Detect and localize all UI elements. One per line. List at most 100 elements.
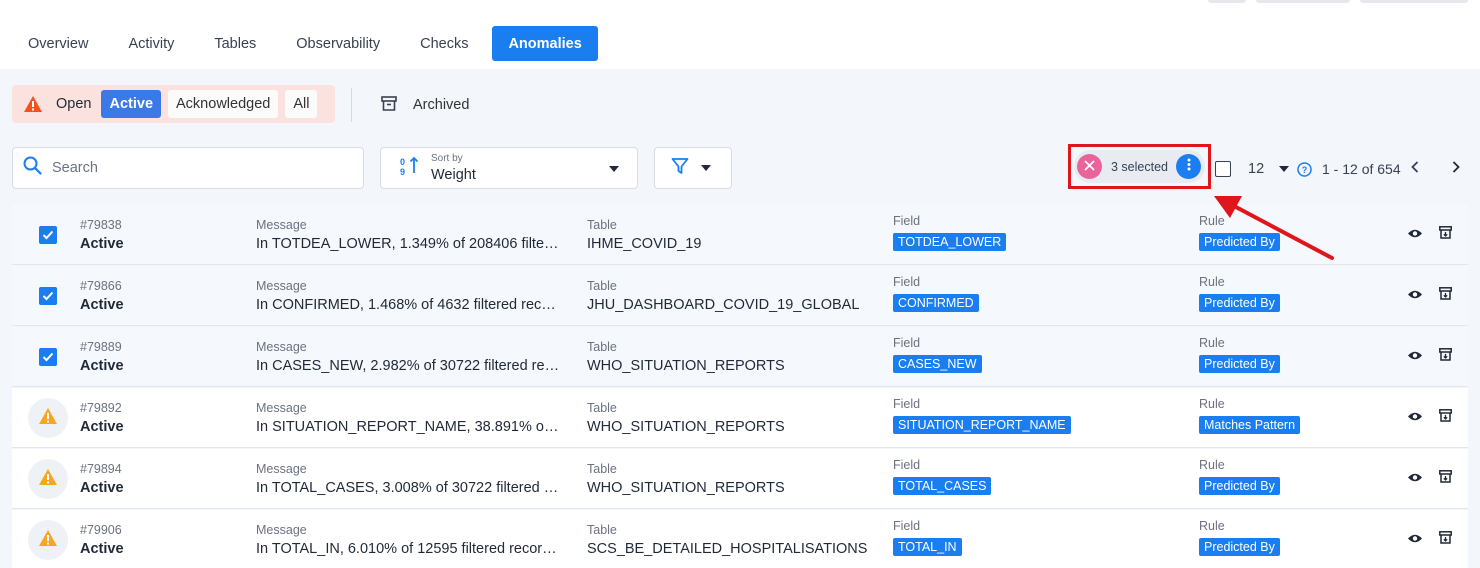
anomaly-table: JHU_DASHBOARD_COVID_19_GLOBAL	[587, 297, 860, 313]
message-label: Message	[256, 279, 307, 293]
tab-overview[interactable]: Overview	[12, 26, 104, 61]
anomaly-row[interactable]: #79889 Active Message In CASES_NEW, 2.982%…	[12, 327, 1468, 387]
previous-page-button[interactable]	[1406, 160, 1424, 178]
row-checkbox[interactable]	[39, 287, 57, 305]
eye-icon	[1407, 531, 1423, 549]
message-label: Message	[256, 462, 307, 476]
warning-triangle-icon	[38, 407, 58, 430]
archive-box-icon	[1438, 531, 1452, 549]
anomaly-table: SCS_BE_DETAILED_HOSPITALISATIONS	[587, 541, 868, 557]
view-button[interactable]	[1406, 471, 1424, 487]
archive-row-button[interactable]	[1436, 226, 1454, 243]
anomaly-status: Active	[80, 297, 124, 313]
top-edge-control	[1360, 0, 1468, 3]
chevron-down-icon	[609, 166, 619, 172]
anomaly-row[interactable]: #79894 Active Message In TOTAL_CASES, 3.00…	[12, 449, 1468, 509]
view-button[interactable]	[1406, 288, 1424, 304]
rule-label: Rule	[1199, 458, 1225, 472]
chevron-right-icon	[1452, 160, 1460, 178]
tab-activity[interactable]: Activity	[112, 26, 190, 61]
chevron-down-icon	[701, 165, 711, 171]
archive-box-icon	[1438, 348, 1452, 366]
anomaly-id: #79892	[80, 401, 122, 415]
anomaly-status: Active	[80, 236, 124, 252]
search-input[interactable]	[52, 160, 342, 176]
eye-icon	[1407, 409, 1423, 427]
field-label: Field	[893, 397, 921, 411]
sort-select[interactable]: 09 Sort by Weight	[380, 147, 638, 189]
warning-triangle-icon	[38, 529, 58, 552]
select-all-checkbox[interactable]	[1215, 161, 1231, 177]
archive-row-button[interactable]	[1436, 470, 1454, 488]
anomaly-id: #79838	[80, 218, 122, 232]
anomaly-type-icon	[28, 459, 68, 499]
row-checkbox[interactable]	[39, 348, 57, 366]
anomaly-status: Active	[80, 358, 124, 374]
tab-tables[interactable]: Tables	[198, 26, 272, 61]
field-label: Field	[893, 214, 921, 228]
eye-icon	[1407, 470, 1423, 488]
search-box	[12, 147, 364, 189]
filter-button[interactable]	[654, 147, 732, 189]
row-checkbox[interactable]	[39, 226, 57, 244]
tab-observability[interactable]: Observability	[280, 26, 396, 61]
view-button[interactable]	[1406, 410, 1424, 426]
archive-row-button[interactable]	[1436, 287, 1454, 304]
tab-checks[interactable]: Checks	[404, 26, 484, 61]
eye-icon	[1407, 226, 1423, 244]
archive-box-icon	[1438, 470, 1452, 488]
svg-text:?: ?	[1302, 165, 1308, 175]
rule-label: Rule	[1199, 336, 1225, 350]
status-open-label: Open	[56, 96, 92, 112]
main-tabs: Overview Activity Tables Observability C…	[12, 26, 606, 61]
rule-badge: Predicted By	[1199, 477, 1280, 495]
anomaly-row[interactable]: #79892 Active Message In SITUATION_REPORT_…	[12, 388, 1468, 448]
anomaly-row[interactable]: #79866 Active Message In CONFIRMED, 1.468%…	[12, 266, 1468, 326]
svg-text:0: 0	[400, 157, 405, 167]
svg-text:9: 9	[400, 167, 405, 176]
pagination-range: 1 - 12 of 654	[1322, 161, 1401, 177]
eye-icon	[1407, 348, 1423, 366]
archived-button[interactable]: Archived	[381, 91, 469, 119]
anomaly-table: WHO_SITUATION_REPORTS	[587, 419, 785, 435]
anomaly-type-icon	[28, 398, 68, 438]
anomaly-status: Active	[80, 541, 124, 557]
anomaly-message: In TOTDEA_LOWER, 1.349% of 208406 filter…	[256, 236, 561, 252]
anomaly-type-icon	[28, 520, 68, 560]
rule-label: Rule	[1199, 397, 1225, 411]
anomaly-row[interactable]: #79838 Active Message In TOTDEA_LOWER, 1.3…	[12, 205, 1468, 265]
search-icon	[23, 156, 42, 180]
archive-row-button[interactable]	[1436, 409, 1454, 426]
status-acknowledged-button[interactable]: Acknowledged	[168, 90, 279, 118]
bulk-actions-button[interactable]	[1176, 154, 1201, 179]
rule-badge: Predicted By	[1199, 355, 1280, 373]
tab-anomalies[interactable]: Anomalies	[492, 26, 598, 61]
table-label: Table	[587, 523, 617, 537]
selection-chip: 3 selected	[1074, 150, 1205, 183]
next-page-button[interactable]	[1447, 160, 1465, 178]
anomaly-message: In TOTAL_CASES, 3.008% of 30722 filtered…	[256, 480, 561, 496]
anomaly-id: #79906	[80, 523, 122, 537]
anomaly-status: Active	[80, 419, 124, 435]
field-label: Field	[893, 275, 921, 289]
anomaly-row[interactable]: #79906 Active Message In TOTAL_IN, 6.010% …	[12, 510, 1468, 568]
status-all-button[interactable]: All	[285, 90, 318, 118]
anomaly-id: #79889	[80, 340, 122, 354]
archive-row-button[interactable]	[1436, 531, 1454, 549]
anomaly-table: WHO_SITUATION_REPORTS	[587, 358, 785, 374]
view-button[interactable]	[1406, 227, 1424, 243]
status-active-button[interactable]: Active	[101, 90, 162, 118]
archive-row-button[interactable]	[1436, 348, 1454, 366]
view-button[interactable]	[1406, 349, 1424, 365]
clear-selection-button[interactable]	[1077, 154, 1102, 179]
sort-numeric-icon: 09	[399, 156, 419, 181]
view-button[interactable]	[1406, 532, 1424, 548]
filter-funnel-icon	[671, 157, 689, 180]
close-icon	[1084, 158, 1095, 176]
top-edge-control	[1208, 0, 1246, 3]
help-circle-icon[interactable]: ?	[1297, 162, 1312, 177]
per-page-select[interactable]: 12	[1248, 160, 1290, 178]
chevron-left-icon	[1411, 160, 1419, 178]
selection-count: 3 selected	[1111, 159, 1168, 174]
sort-caption: Sort by	[431, 152, 463, 164]
